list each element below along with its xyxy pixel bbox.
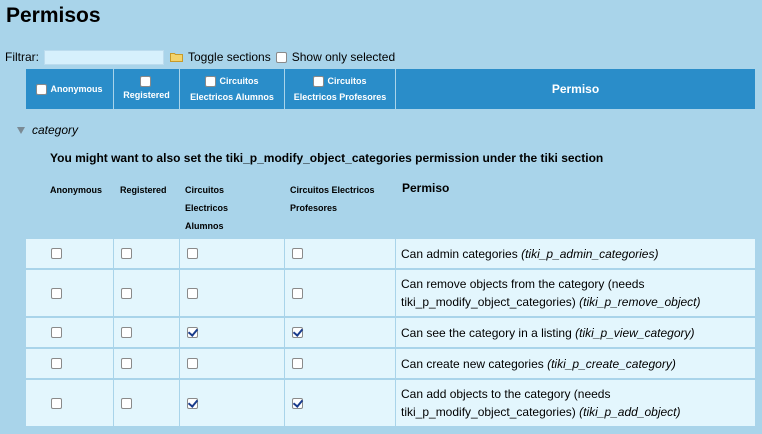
table-row: Can admin categories (tiki_p_admin_categ… (26, 239, 755, 268)
permission-cell (26, 380, 114, 426)
permission-cell (180, 349, 285, 378)
show-only-selected-checkbox[interactable] (275, 51, 287, 63)
permission-description: Can admin categories (tiki_p_admin_categ… (396, 239, 755, 268)
permission-cell (114, 349, 180, 378)
table-row: Can see the category in a listing (tiki_… (26, 318, 755, 347)
permission-checkbox[interactable] (121, 397, 132, 409)
table-row: Can remove objects from the category (ne… (26, 270, 755, 316)
permission-checkbox[interactable] (292, 287, 303, 299)
permission-checkbox[interactable] (51, 327, 62, 338)
permission-text: Can see the category in a listing (401, 325, 572, 340)
header-profesores-checkbox[interactable] (313, 75, 325, 87)
permission-checkbox[interactable] (292, 327, 303, 338)
permission-checkbox[interactable] (121, 248, 132, 259)
permission-cell (285, 349, 396, 378)
show-only-selected-label: Show only selected (291, 50, 396, 64)
permission-checkbox[interactable] (121, 327, 132, 338)
permission-checkbox[interactable] (187, 287, 198, 299)
permission-cell (114, 318, 180, 347)
permission-checkbox[interactable] (121, 358, 132, 369)
section-note: You might want to also set the tiki_p_mo… (50, 151, 604, 165)
permission-cell (26, 318, 114, 347)
header-alumnos: Circuitos Electricos Alumnos (180, 69, 285, 109)
permission-description: Can see the category in a listing (tiki_… (396, 318, 755, 347)
permission-checkbox[interactable] (51, 287, 62, 299)
filter-label: Filtrar: (5, 50, 39, 64)
permission-text: Can admin categories (401, 246, 518, 261)
permission-checkbox[interactable] (292, 248, 303, 259)
section-name: category (32, 123, 79, 137)
permission-description: Can add objects to the category (needs t… (396, 380, 755, 426)
table-row: Can add objects to the category (needs t… (26, 380, 755, 426)
permission-cell (285, 270, 396, 316)
permission-checkbox[interactable] (292, 358, 303, 369)
header-registered-checkbox[interactable] (139, 75, 151, 87)
permission-cell (26, 239, 114, 268)
permission-checkbox[interactable] (187, 248, 198, 259)
folder-icon[interactable] (170, 52, 183, 62)
subheader-permission: Permiso (402, 181, 450, 195)
permission-description: Can create new categories (tiki_p_create… (396, 349, 755, 378)
permission-cell (26, 270, 114, 316)
permission-code: (tiki_p_view_category) (575, 325, 695, 340)
permissions-table: Can admin categories (tiki_p_admin_categ… (26, 239, 755, 428)
expand-triangle-icon (17, 126, 25, 134)
section-toggle-category[interactable]: category (17, 123, 78, 137)
header-anonymous-checkbox[interactable] (36, 83, 48, 95)
permission-cell (114, 270, 180, 316)
permission-code: (tiki_p_create_category) (547, 356, 676, 371)
subheader-alumnos: Circuitos Electricos Alumnos (185, 185, 229, 231)
subheader-profesores: Circuitos Electricos Profesores (290, 185, 375, 213)
permission-checkbox[interactable] (121, 287, 132, 299)
subheader-registered: Registered (120, 185, 167, 195)
header-alumnos-checkbox[interactable] (205, 75, 217, 87)
filter-input[interactable] (44, 49, 164, 65)
permission-checkbox[interactable] (51, 358, 62, 369)
permission-cell (114, 380, 180, 426)
permission-checkbox[interactable] (187, 327, 198, 338)
permission-cell (180, 270, 285, 316)
permission-cell (180, 380, 285, 426)
page-title: Permisos (6, 4, 101, 27)
permission-cell (114, 239, 180, 268)
permission-checkbox[interactable] (51, 397, 62, 409)
groups-header: Anonymous Registered Circuitos Electrico… (26, 69, 755, 109)
header-permission: Permiso (551, 82, 600, 96)
header-registered: Registered (114, 69, 180, 109)
permission-code: (tiki_p_add_object) (579, 405, 681, 419)
permission-text: Can create new categories (401, 356, 544, 371)
filter-bar: Filtrar: Toggle sections Show only selec… (5, 49, 395, 65)
permission-checkbox[interactable] (187, 397, 198, 409)
toggle-sections-link[interactable]: Toggle sections (188, 50, 271, 64)
permission-checkbox[interactable] (292, 397, 303, 409)
permission-code: (tiki_p_admin_categories) (521, 246, 659, 261)
table-row: Can create new categories (tiki_p_create… (26, 349, 755, 378)
subheader-anonymous: Anonymous (50, 185, 103, 195)
permission-cell (26, 349, 114, 378)
permission-description: Can remove objects from the category (ne… (396, 270, 755, 316)
permission-code: (tiki_p_remove_object) (579, 295, 701, 309)
permission-checkbox[interactable] (51, 248, 62, 259)
permission-cell (285, 318, 396, 347)
permission-cell (180, 239, 285, 268)
header-profesores: Circuitos Electricos Profesores (285, 69, 396, 109)
permission-cell (285, 380, 396, 426)
header-anonymous: Anonymous (26, 69, 114, 109)
permission-cell (180, 318, 285, 347)
permission-checkbox[interactable] (187, 358, 198, 369)
permission-cell (285, 239, 396, 268)
